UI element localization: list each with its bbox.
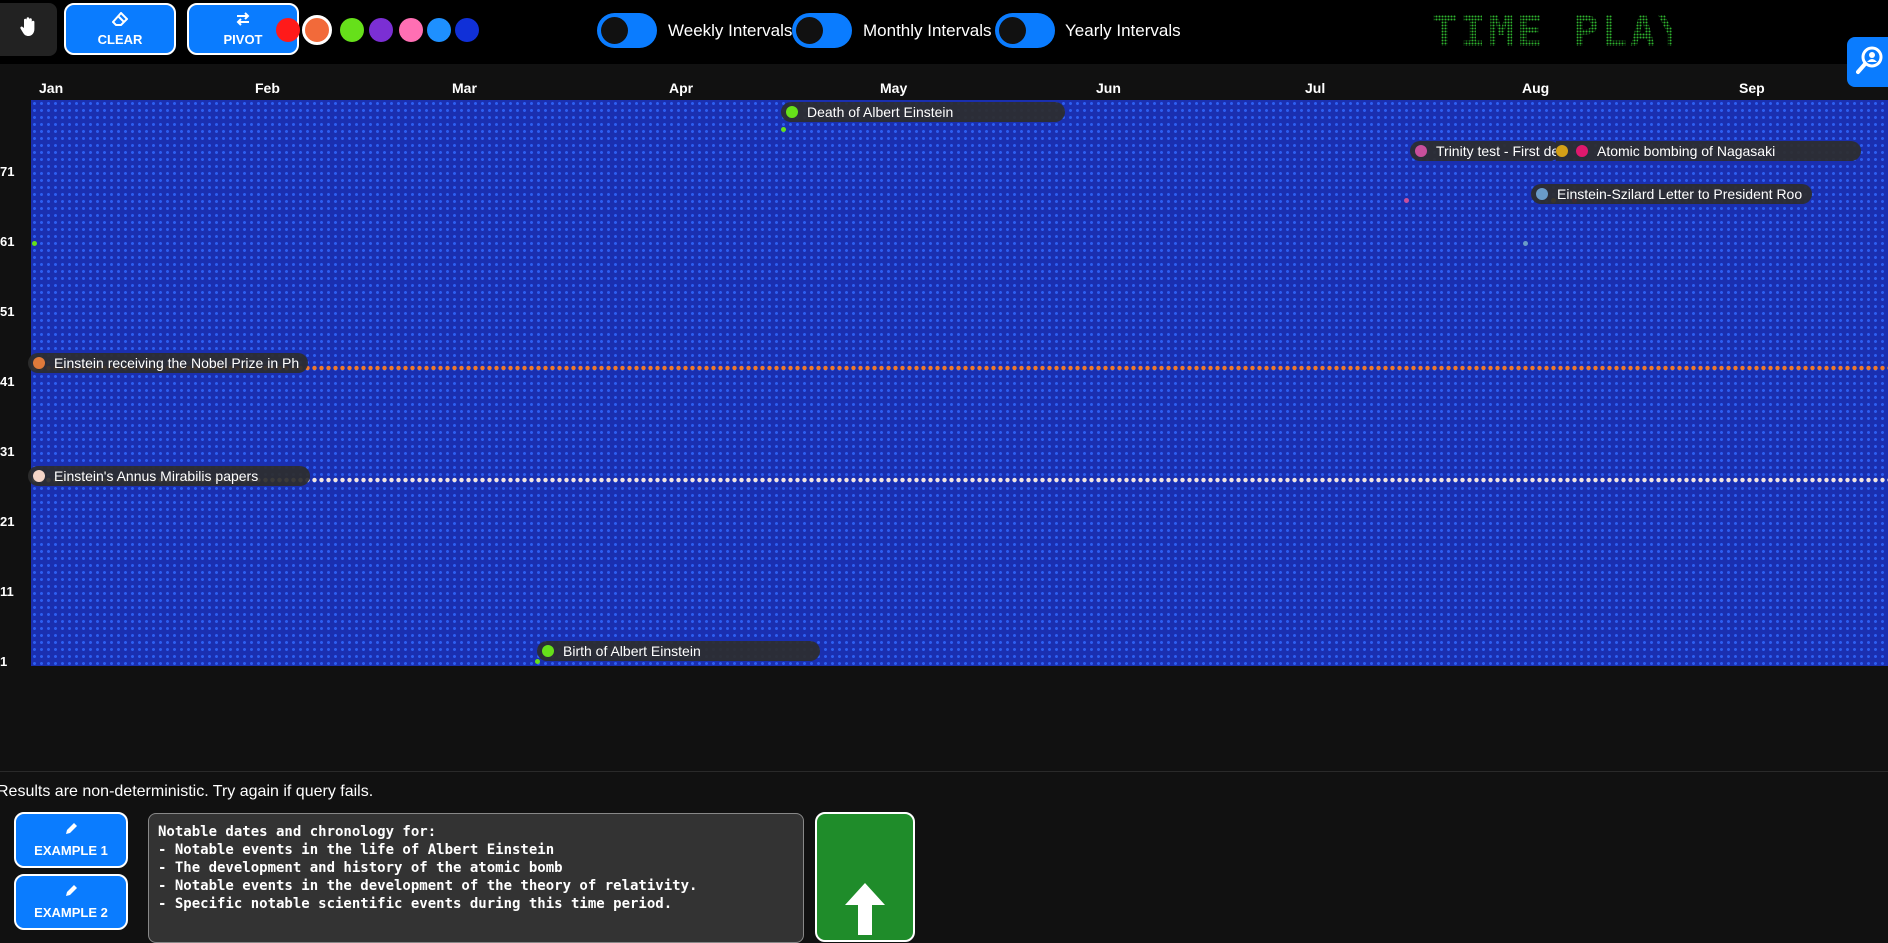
event-day-marker[interactable]	[1523, 241, 1528, 246]
weekly-intervals-toggle[interactable]	[597, 13, 657, 48]
month-label: Sep	[1739, 80, 1765, 96]
eraser-icon	[111, 11, 129, 29]
row-label: 71	[0, 164, 15, 179]
event-color-dot	[1556, 145, 1568, 157]
event-color-dot	[1576, 145, 1588, 157]
highlighted-year-row	[31, 365, 1888, 371]
arrow-up-icon	[840, 875, 890, 940]
event-day-marker[interactable]	[781, 127, 786, 132]
toolbar: CLEAR PIVOT Weekly Intervals Monthly Int…	[0, 0, 1888, 87]
timeline-grid-view: Jan Feb Mar Apr May Jun Jul Aug Sep 71 6…	[0, 64, 1888, 669]
event-label[interactable]: Einstein-Szilard Letter to President Roo	[1531, 184, 1812, 204]
swap-arrows-icon	[235, 11, 251, 29]
color-swatch[interactable]	[302, 15, 332, 45]
event-color-dot	[33, 470, 45, 482]
row-label: 21	[0, 514, 15, 529]
row-label: 61	[0, 234, 15, 249]
query-input[interactable]: Notable dates and chronology for: - Nota…	[148, 813, 804, 943]
month-label: Jul	[1305, 80, 1326, 96]
event-text: Trinity test - First de	[1436, 143, 1560, 159]
event-color-dot	[1536, 188, 1548, 200]
event-text: Birth of Albert Einstein	[563, 643, 701, 659]
row-label: 31	[0, 444, 15, 459]
monthly-intervals-label: Monthly Intervals	[863, 21, 992, 40]
event-text: Einstein receiving the Nobel Prize in Ph	[54, 355, 300, 371]
row-label: 51	[0, 304, 15, 319]
weekly-intervals-label: Weekly Intervals	[668, 21, 793, 40]
example-2-label: EXAMPLE 2	[34, 905, 108, 920]
pan-tool-button[interactable]	[0, 3, 57, 56]
event-label[interactable]: Einstein receiving the Nobel Prize in Ph	[28, 353, 308, 373]
color-swatch[interactable]	[369, 18, 393, 42]
month-label: Apr	[669, 80, 694, 96]
event-text: Einstein's Annus Mirabilis papers	[54, 468, 259, 484]
month-label: Jan	[39, 80, 64, 96]
event-day-marker[interactable]	[535, 659, 540, 664]
pencil-icon	[64, 884, 78, 901]
yearly-intervals-toggle[interactable]	[995, 13, 1055, 48]
month-label: Mar	[452, 80, 477, 96]
event-label[interactable]: Birth of Albert Einstein	[537, 641, 820, 661]
example-2-button[interactable]: EXAMPLE 2	[14, 874, 128, 930]
month-label: Jun	[1096, 80, 1121, 96]
pivot-label: PIVOT	[223, 31, 263, 47]
color-swatch[interactable]	[340, 18, 364, 42]
event-day-marker[interactable]	[32, 241, 37, 246]
color-swatch[interactable]	[399, 18, 423, 42]
event-text: Einstein-Szilard Letter to President Roo	[1557, 186, 1803, 202]
nondeterministic-note: Results are non-deterministic. Try again…	[0, 783, 374, 800]
example-1-button[interactable]: EXAMPLE 1	[14, 812, 128, 868]
panel-divider	[0, 771, 1888, 772]
event-day-marker[interactable]	[1404, 198, 1409, 203]
event-color-dot	[33, 357, 45, 369]
event-color-dot	[542, 645, 554, 657]
event-color-dot	[786, 106, 798, 118]
svg-text:TIME PLAY: TIME PLAY	[1432, 7, 1672, 54]
clear-button[interactable]: CLEAR	[64, 3, 176, 55]
event-label[interactable]: Death of Albert Einstein	[781, 102, 1065, 122]
row-label: 41	[0, 374, 15, 389]
month-label: Aug	[1522, 80, 1550, 96]
color-swatch[interactable]	[276, 18, 300, 42]
event-color-dot	[1415, 145, 1427, 157]
event-text: Death of Albert Einstein	[807, 104, 954, 120]
clear-label: CLEAR	[97, 31, 143, 47]
yearly-intervals-label: Yearly Intervals	[1065, 21, 1181, 40]
month-label: May	[880, 80, 908, 96]
submit-query-button[interactable]	[815, 812, 915, 942]
event-label[interactable]: Trinity test - First de	[1410, 141, 1560, 161]
row-label: 11	[0, 584, 14, 599]
color-swatch[interactable]	[427, 18, 451, 42]
event-label[interactable]: Einstein's Annus Mirabilis papers	[28, 466, 310, 486]
pencil-icon	[64, 822, 78, 839]
time-play-logo: TIME PLAY	[1432, 7, 1672, 54]
event-text: Atomic bombing of Nagasaki	[1597, 143, 1776, 159]
monthly-intervals-toggle[interactable]	[792, 13, 852, 48]
row-label: 1	[0, 654, 8, 669]
event-label[interactable]: Atomic bombing of Nagasaki	[1556, 141, 1861, 161]
example-1-label: EXAMPLE 1	[34, 843, 108, 858]
hand-icon	[19, 16, 39, 43]
color-swatch[interactable]	[455, 18, 479, 42]
month-label: Feb	[255, 80, 280, 96]
